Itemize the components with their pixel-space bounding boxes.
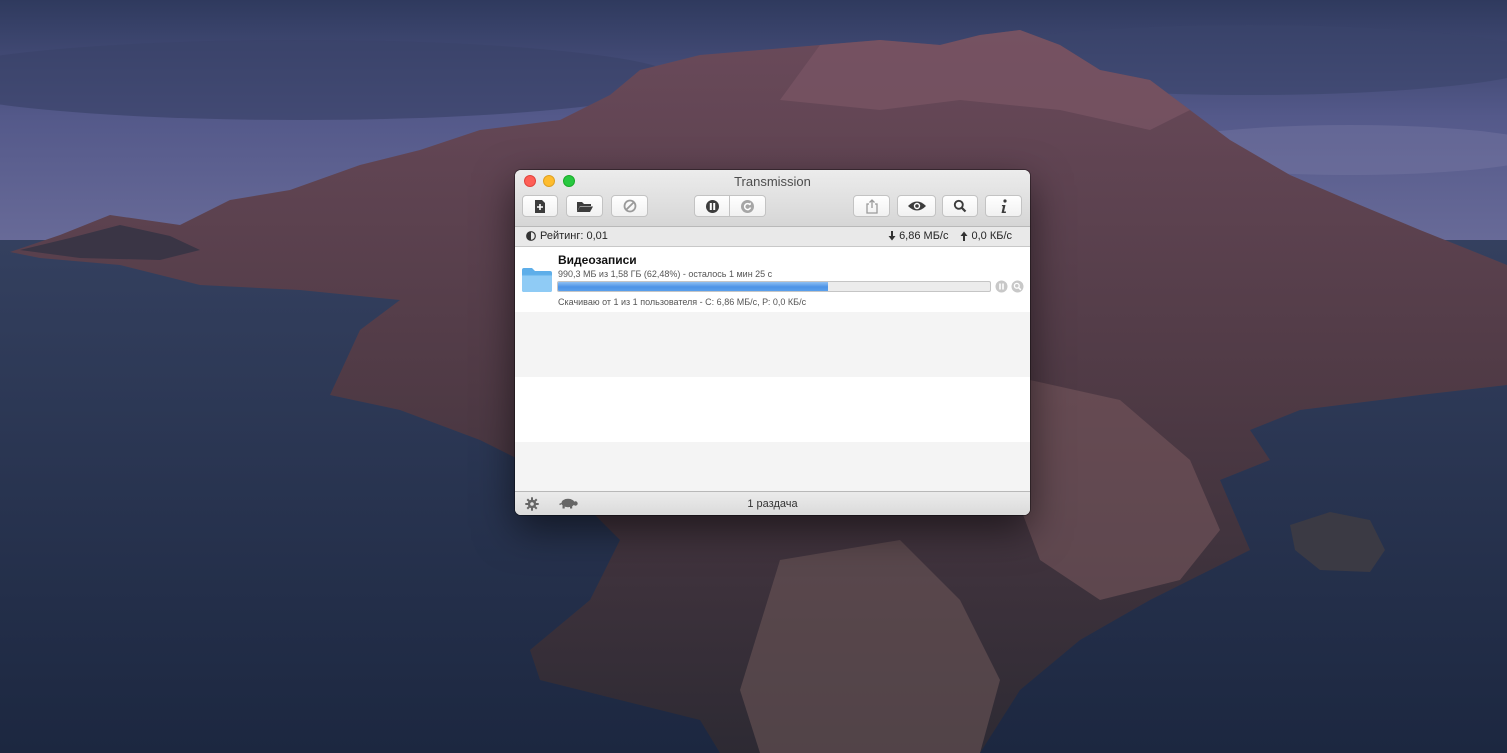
resume-circle-icon [741, 199, 754, 213]
download-rate: 6,86 МБ/с [888, 230, 948, 242]
remove-torrent-button[interactable] [611, 195, 648, 217]
torrent-progress-bar [557, 281, 991, 292]
reveal-torrent-icon[interactable] [1011, 280, 1024, 293]
folder-open-icon [576, 201, 593, 212]
share-button[interactable] [853, 195, 890, 217]
download-arrow-icon [888, 231, 896, 241]
ratio-indicator[interactable]: Рейтинг: 0,01 [526, 230, 608, 242]
resume-all-button[interactable] [730, 195, 766, 217]
empty-row [515, 312, 1030, 377]
transmission-window: Transmission Рейтинг: 0,01 6,86 МБ/с 0,0… [515, 170, 1030, 515]
torrent-count: 1 раздача [747, 498, 798, 510]
torrent-name: Видеозаписи [558, 253, 637, 267]
download-rate-value: 6,86 МБ/с [899, 230, 949, 242]
torrent-progress-fill [558, 282, 828, 291]
no-entry-icon [623, 199, 636, 213]
quick-look-button[interactable] [897, 195, 936, 217]
window-title: Transmission [734, 174, 811, 189]
torrent-list: Видеозаписи 990,3 МБ из 1,58 ГБ (62,48%)… [515, 247, 1030, 491]
ratio-text: Рейтинг: 0,01 [540, 230, 608, 242]
transfer-rates: 6,86 МБ/с 0,0 КБ/с [880, 230, 1012, 242]
torrent-progress-text: 990,3 МБ из 1,58 ГБ (62,48%) - осталось … [558, 269, 773, 279]
magnifier-icon [953, 199, 967, 213]
filter-button[interactable] [942, 195, 978, 217]
inspector-button[interactable] [985, 195, 1022, 217]
pause-all-button[interactable] [694, 195, 730, 217]
ratio-icon [526, 231, 536, 241]
empty-row [515, 442, 1030, 491]
info-icon [1001, 198, 1007, 213]
bottom-bar: 1 раздача [515, 491, 1030, 515]
empty-row [515, 377, 1030, 442]
create-torrent-button[interactable] [522, 195, 558, 217]
eye-icon [907, 201, 926, 211]
share-icon [865, 198, 878, 214]
document-plus-icon [535, 199, 545, 213]
upload-rate-value: 0,0 КБ/с [971, 230, 1012, 242]
torrent-status-text: Скачиваю от 1 из 1 пользователя - С: 6,8… [558, 297, 807, 307]
pause-circle-icon [705, 199, 719, 213]
pause-torrent-icon[interactable] [995, 280, 1008, 293]
upload-rate: 0,0 КБ/с [960, 230, 1012, 242]
folder-icon [522, 268, 552, 292]
torrent-row[interactable]: Видеозаписи 990,3 МБ из 1,58 ГБ (62,48%)… [515, 247, 1030, 312]
pause-resume-group [694, 195, 766, 217]
open-torrent-button[interactable] [566, 195, 603, 217]
stats-bar: Рейтинг: 0,01 6,86 МБ/с 0,0 КБ/с [515, 227, 1030, 247]
upload-arrow-icon [960, 231, 968, 241]
title-bar[interactable]: Transmission [515, 170, 1030, 227]
